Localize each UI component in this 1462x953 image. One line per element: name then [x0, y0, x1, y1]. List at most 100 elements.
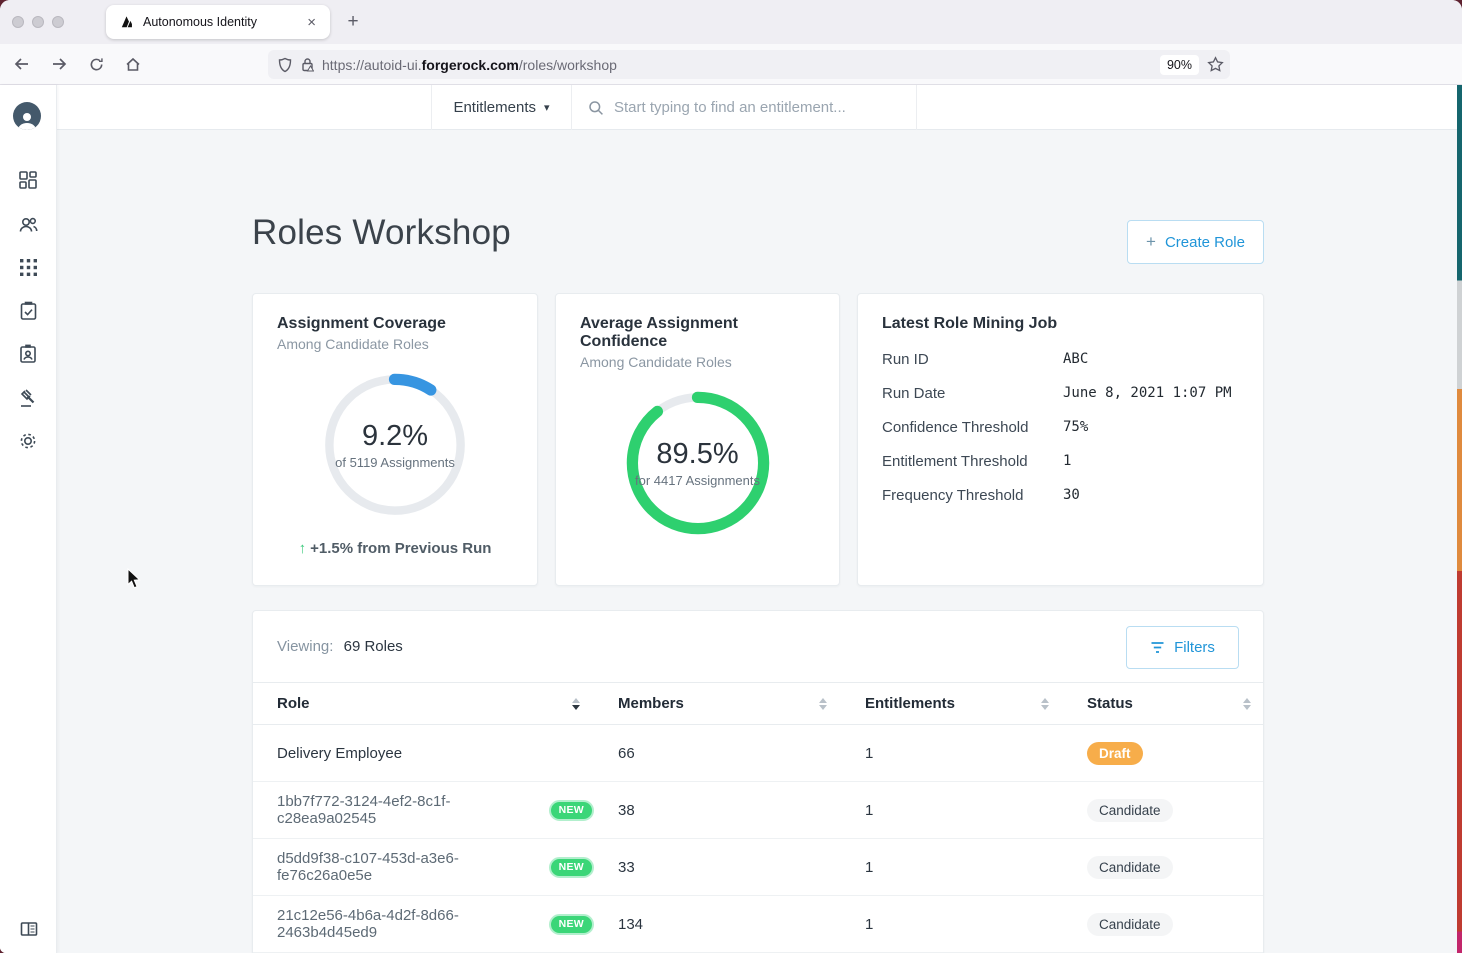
sort-icon[interactable] [819, 698, 827, 710]
status-badge: Candidate [1087, 856, 1173, 879]
search-icon [588, 100, 604, 116]
url-domain: forgerock.com [422, 57, 519, 73]
status-badge: Candidate [1087, 799, 1173, 822]
app-content: Entitlements ▾ Roles Workshop + Create R… [0, 85, 1462, 953]
sidebar-collapse-toggle[interactable] [16, 916, 42, 942]
table-row[interactable]: Delivery Employee 66 1 Draft [253, 725, 1263, 782]
forward-button[interactable] [44, 50, 74, 78]
table-row[interactable]: 21c12e56-4b6a-4d2f-8d66-2463b4d45ed9NEW … [253, 896, 1263, 953]
roles-table-panel: Viewing: 69 Roles Filters [252, 610, 1264, 953]
card-subtitle: Among Candidate Roles [556, 351, 839, 370]
members-count: 134 [594, 916, 841, 933]
card-title: Assignment Coverage [253, 294, 537, 333]
window-close-button[interactable] [12, 16, 24, 28]
new-tab-button[interactable]: + [342, 11, 364, 33]
url-bar[interactable]: https://autoid-ui.forgerock.com/roles/wo… [268, 50, 1230, 79]
sidebar-item-users[interactable] [15, 211, 41, 237]
bookmark-star-icon[interactable] [1207, 56, 1224, 73]
status-badge: Draft [1087, 742, 1143, 765]
coverage-value: 9.2% [362, 420, 428, 453]
latest-role-mining-job-card: Latest Role Mining Job Run ID ABC Run Da… [857, 293, 1264, 586]
left-sidebar [0, 85, 57, 953]
role-name[interactable]: d5dd9f38-c107-453d-a3e6-fe76c26a0e5e [277, 850, 539, 884]
browser-window: Autonomous Identity × + [0, 0, 1462, 953]
lock-warning-icon[interactable] [301, 57, 314, 72]
clipboard-check-icon [19, 301, 38, 321]
tab-close-icon[interactable]: × [303, 14, 320, 31]
card-subtitle: Among Candidate Roles [253, 333, 537, 352]
tracking-protection-shield-icon[interactable] [278, 57, 292, 73]
mining-value: 1 [1063, 453, 1071, 470]
sidebar-item-tasks[interactable] [15, 298, 41, 324]
mining-row: Run ID ABC [882, 351, 1239, 368]
table-row[interactable]: 1bb7f772-3124-4ef2-8c1f-c28ea9a02545NEW … [253, 782, 1263, 839]
panel-toggle-icon [20, 921, 38, 937]
delta-text: +1.5% from Previous Run [310, 540, 491, 557]
coverage-donut-chart: 9.2% of 5119 Assignments [253, 370, 537, 520]
window-maximize-button[interactable] [52, 16, 64, 28]
create-role-label: Create Role [1165, 234, 1245, 251]
main-area: Roles Workshop + Create Role Assignment … [57, 130, 1462, 953]
mining-label: Confidence Threshold [882, 419, 1063, 436]
sidebar-item-applications[interactable] [15, 254, 41, 280]
filters-button[interactable]: Filters [1126, 626, 1239, 669]
id-badge-icon [19, 344, 37, 364]
mining-value: 30 [1063, 487, 1080, 504]
browser-tab-bar: Autonomous Identity × + [0, 0, 1462, 44]
browser-tab[interactable]: Autonomous Identity × [106, 5, 330, 39]
sort-icon[interactable] [1243, 698, 1251, 710]
apps-grid-icon [19, 258, 38, 277]
sidebar-item-settings[interactable] [15, 428, 41, 454]
back-button[interactable] [7, 50, 37, 78]
zoom-level-indicator[interactable]: 90% [1160, 55, 1199, 75]
search-input[interactable] [614, 99, 894, 116]
sidebar-item-rules[interactable] [15, 385, 41, 411]
sidebar-item-dashboard[interactable] [15, 167, 41, 193]
entitlements-count: 1 [841, 916, 1063, 933]
new-badge: NEW [549, 800, 594, 821]
members-count: 33 [594, 859, 841, 876]
members-count: 38 [594, 802, 841, 819]
user-avatar[interactable] [13, 102, 41, 130]
role-name[interactable]: Delivery Employee [277, 745, 402, 762]
viewing-count: 69 Roles [344, 638, 403, 655]
viewing-summary: Viewing: 69 Roles [277, 638, 403, 655]
scope-label: Entitlements [453, 99, 536, 116]
users-icon [18, 215, 39, 234]
mining-row: Entitlement Threshold 1 [882, 453, 1239, 470]
create-role-button[interactable]: + Create Role [1127, 220, 1264, 264]
screen: Autonomous Identity × + [0, 0, 1462, 953]
mining-label: Run Date [882, 385, 1063, 402]
home-button[interactable] [118, 50, 148, 78]
sidebar-item-identities[interactable] [15, 341, 41, 367]
column-header-status[interactable]: Status [1063, 695, 1265, 712]
url-path: /roles/workshop [519, 57, 617, 73]
reload-button[interactable] [81, 50, 111, 78]
sort-icon[interactable] [572, 698, 580, 710]
confidence-donut-chart: 89.5% for 4417 Assignments [556, 388, 839, 538]
url-text[interactable]: https://autoid-ui.forgerock.com/roles/wo… [322, 57, 1160, 73]
mining-label: Run ID [882, 351, 1063, 368]
confidence-value: 89.5% [656, 438, 738, 471]
search-scope-dropdown[interactable]: Entitlements ▾ [431, 85, 572, 130]
gear-icon [18, 431, 38, 451]
chevron-down-icon: ▾ [544, 101, 550, 114]
background-window-edge [1457, 85, 1462, 953]
sort-icon[interactable] [1041, 698, 1049, 710]
column-header-entitlements[interactable]: Entitlements [841, 695, 1063, 712]
assignment-confidence-card: Average Assignment Confidence Among Cand… [555, 293, 840, 586]
browser-toolbar: https://autoid-ui.forgerock.com/roles/wo… [0, 44, 1462, 85]
role-name[interactable]: 21c12e56-4b6a-4d2f-8d66-2463b4d45ed9 [277, 907, 539, 941]
window-minimize-button[interactable] [32, 16, 44, 28]
role-name[interactable]: 1bb7f772-3124-4ef2-8c1f-c28ea9a02545 [277, 793, 539, 827]
column-header-role[interactable]: Role [253, 695, 594, 712]
entitlement-search[interactable] [572, 85, 917, 130]
status-badge: Candidate [1087, 913, 1173, 936]
members-count: 66 [594, 745, 841, 762]
column-header-members[interactable]: Members [594, 695, 841, 712]
mining-row: Confidence Threshold 75% [882, 419, 1239, 436]
table-row[interactable]: d5dd9f38-c107-453d-a3e6-fe76c26a0e5eNEW … [253, 839, 1263, 896]
mining-label: Frequency Threshold [882, 487, 1063, 504]
mining-row: Frequency Threshold 30 [882, 487, 1239, 504]
app-header: Entitlements ▾ [57, 85, 1462, 130]
